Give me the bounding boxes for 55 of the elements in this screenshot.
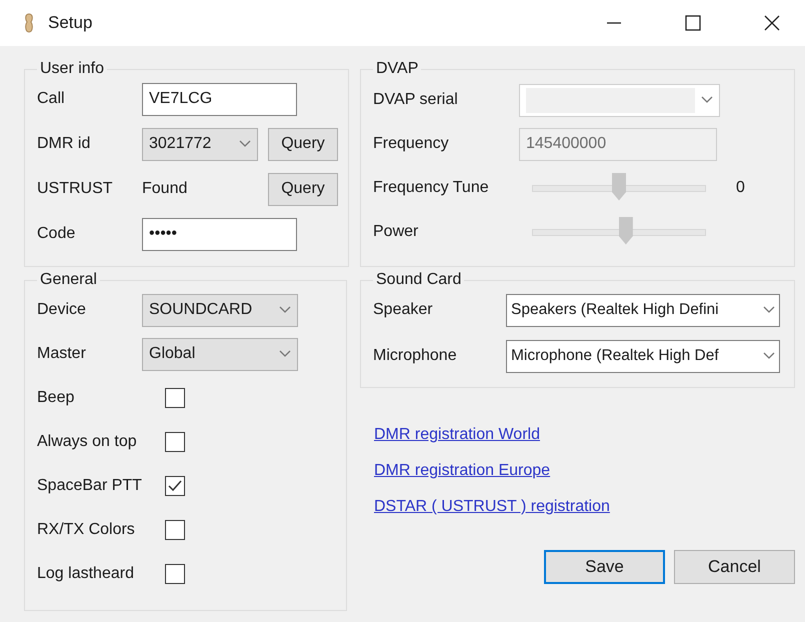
query-button[interactable]: Query [268,128,338,160]
window-title: Setup [48,13,92,33]
field-label: RX/TX Colors [37,521,136,539]
field-label: Master [37,345,87,363]
chevron-icon [239,140,251,148]
chevron-icon [701,96,713,104]
field-label: Speaker [373,301,434,319]
dropdown[interactable]: Microphone (Realtek High Def [506,340,780,372]
text-field[interactable]: ••••• [142,218,297,250]
field-label: USTRUST [37,180,114,198]
field-label: Code [37,225,76,243]
field-label: Frequency [373,135,450,153]
field-label: SpaceBar PTT [37,477,143,495]
text-field[interactable]: VE7LCG [142,82,297,116]
checkbox[interactable] [165,564,185,584]
field-label: Beep [37,389,76,407]
dropdown[interactable]: SOUNDCARD [142,294,298,326]
dropdown[interactable]: Speakers (Realtek High Defini [506,294,780,326]
maximize-icon[interactable] [685,15,701,31]
check-icon [167,479,183,493]
checkbox[interactable] [165,388,185,408]
dropdown[interactable]: Global [142,338,298,370]
save-button[interactable]: Save [544,550,665,584]
slider-value: 0 [736,179,745,197]
slider-thumb[interactable] [612,172,626,200]
group-title: General [39,271,98,289]
chevron-icon [763,306,775,314]
checkbox[interactable] [165,520,185,540]
registration-link[interactable]: DMR registration World [374,426,540,444]
slider-thumb[interactable] [618,216,633,244]
registration-link[interactable]: DMR registration Europe [374,462,550,480]
field-label: DVAP serial [373,91,459,109]
field-label: Always on top [37,433,138,451]
status-text: Found [142,180,188,198]
dropdown[interactable]: 3021772 [142,128,258,160]
cancel-button[interactable]: Cancel [674,550,795,584]
group-title: Sound Card [375,271,462,289]
chevron-icon [279,350,291,358]
chevron-icon [279,306,291,314]
field-label: Power [373,223,420,241]
field-label: Microphone [373,347,458,365]
query-button[interactable]: Query [268,172,338,206]
checkbox[interactable] [165,476,185,496]
group-title: User info [39,60,106,78]
field-label: Call [37,90,66,108]
field-label: Frequency Tune [373,179,490,197]
field-label: Device [37,301,87,319]
field-label: DMR id [37,135,92,153]
checkbox[interactable] [165,432,185,452]
group-title: DVAP [375,60,420,78]
field-label: Log lastheard [37,565,135,583]
registration-link[interactable]: DSTAR ( USTRUST ) registration [374,498,610,516]
close-icon[interactable] [764,15,780,31]
app-icon [24,13,34,33]
chevron-icon [763,352,775,360]
